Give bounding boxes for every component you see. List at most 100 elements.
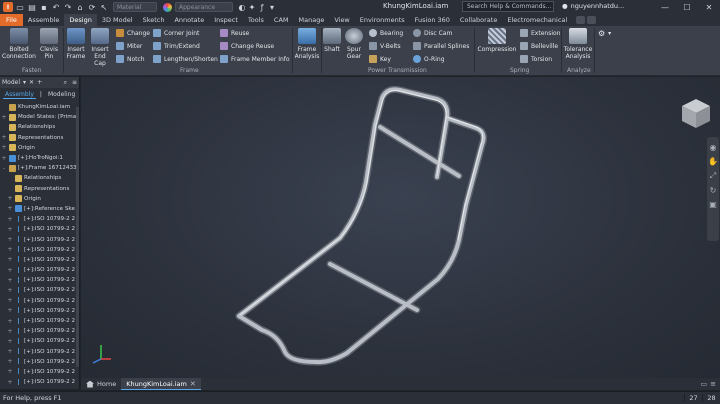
tolerance-analysis-button[interactable]: Tolerance Analysis: [563, 28, 593, 60]
lengthen-shorten-button[interactable]: Lengthen/Shorten: [153, 55, 218, 63]
corner-joint-button[interactable]: Corner Joint: [153, 29, 199, 37]
torsion-spring-button[interactable]: Torsion: [520, 55, 552, 63]
graphics-viewport[interactable]: ◉ ✋ ⤢ ↻ ▣: [81, 77, 720, 378]
bearing-button[interactable]: Bearing: [369, 29, 403, 37]
tree-item[interactable]: +I[+]:ISO 10799-2 2: [0, 214, 79, 224]
expand-icon[interactable]: +: [7, 236, 13, 243]
expand-icon[interactable]: +: [7, 318, 13, 325]
tree-item[interactable]: +I[+]:ISO 10799-2 2: [0, 285, 79, 295]
steering-wheel-icon[interactable]: ◉: [710, 143, 717, 152]
key-button[interactable]: Key: [369, 55, 391, 63]
orbit-icon[interactable]: ↻: [710, 186, 717, 195]
expand-icon[interactable]: -: [1, 165, 7, 172]
tab-collaborate[interactable]: Collaborate: [455, 14, 502, 26]
tab-tools[interactable]: Tools: [243, 14, 269, 26]
expand-icon[interactable]: +: [7, 307, 13, 314]
app-logo-icon[interactable]: I: [3, 2, 13, 12]
shaft-button[interactable]: Shaft: [323, 28, 341, 53]
v-belts-button[interactable]: V-Belts: [369, 42, 401, 50]
close-icon[interactable]: ✕: [190, 378, 196, 390]
tree-item[interactable]: - [+]:Frame 16712433: [0, 163, 79, 173]
select-icon[interactable]: ↖: [99, 2, 109, 12]
expand-icon[interactable]: +: [1, 134, 7, 141]
insert-end-cap-button[interactable]: Insert End Cap: [88, 28, 112, 67]
ribbon-toggle-icon[interactable]: [576, 16, 586, 24]
frame-analysis-button[interactable]: Frame Analysis: [294, 28, 320, 60]
tab-inspect[interactable]: Inspect: [209, 14, 243, 26]
save-icon[interactable]: ▪: [39, 2, 49, 12]
tree-item[interactable]: +I[+]:ISO 10799-2 2: [0, 347, 79, 357]
miter-button[interactable]: Miter: [116, 42, 142, 50]
menu-icon[interactable]: ≡: [72, 79, 79, 86]
expand-icon[interactable]: +: [7, 338, 13, 345]
tree-item[interactable]: +I[+]:ISO 10799-2 2: [0, 367, 79, 377]
insert-frame-button[interactable]: Insert Frame: [65, 28, 87, 60]
tab-sketch[interactable]: Sketch: [138, 14, 170, 26]
tree-item[interactable]: +I[+]:ISO 10799-2 2: [0, 306, 79, 316]
disc-cam-button[interactable]: Disc Cam: [413, 29, 452, 37]
tab-environments[interactable]: Environments: [355, 14, 410, 26]
tree-item[interactable]: +I[+]:ISO 10799-2 2: [0, 316, 79, 326]
tree-item[interactable]: +I[+]:ISO 10799-2 2: [0, 336, 79, 346]
browser-scrollbar[interactable]: [76, 107, 79, 367]
tab-modeling[interactable]: Modeling: [46, 91, 77, 98]
tab-assemble[interactable]: Assemble: [23, 14, 64, 26]
expand-icon[interactable]: +: [7, 379, 13, 386]
tree-item[interactable]: +I[+]:ISO 10799-2 2: [0, 255, 79, 265]
expand-icon[interactable]: +: [7, 216, 13, 223]
user-account[interactable]: ● nguyennhatdu...: [562, 2, 624, 10]
tab-document[interactable]: KhungKimLoai.iam ✕: [121, 378, 201, 390]
tree-item[interactable]: Relationships: [0, 122, 79, 132]
trim-extend-button[interactable]: Trim/Extend: [153, 42, 200, 50]
tree-item[interactable]: + [+]:HoTroNgoi:1: [0, 153, 79, 163]
close-icon[interactable]: ✕: [29, 79, 34, 86]
tree-item[interactable]: Representations: [0, 184, 79, 194]
belleville-spring-button[interactable]: Belleville: [520, 42, 558, 50]
menu-icon[interactable]: ≡: [710, 380, 716, 388]
tree-item[interactable]: KhungKimLoai.iam: [0, 102, 79, 112]
tree-item[interactable]: +I[+]:ISO 10799-2 2: [0, 296, 79, 306]
open-folder-icon[interactable]: ▤: [27, 2, 37, 12]
tree-item[interactable]: Relationships: [0, 173, 79, 183]
expand-icon[interactable]: +: [7, 226, 13, 233]
zoom-icon[interactable]: ⤢: [710, 171, 716, 181]
look-at-icon[interactable]: ▣: [709, 200, 717, 209]
expand-icon[interactable]: +: [7, 205, 13, 212]
expand-icon[interactable]: +: [7, 246, 13, 253]
expand-icon[interactable]: +: [1, 144, 7, 151]
new-file-icon[interactable]: ▭: [15, 2, 25, 12]
o-ring-button[interactable]: O-Ring: [413, 55, 445, 63]
ribbon-extra-button[interactable]: ⚙ ▾: [598, 29, 611, 38]
update-icon[interactable]: ⟳: [87, 2, 97, 12]
appearance-dropdown[interactable]: Appearance: [175, 2, 233, 12]
viewcube-icon[interactable]: [679, 96, 713, 130]
change-button[interactable]: Change: [116, 29, 150, 37]
ribbon-dropdown-icon[interactable]: [587, 16, 597, 24]
expand-icon[interactable]: +: [1, 114, 7, 121]
spur-gear-button[interactable]: Spur Gear: [344, 28, 364, 60]
expand-icon[interactable]: +: [7, 368, 13, 375]
tree-item[interactable]: + Origin: [0, 194, 79, 204]
search-icon[interactable]: ⌕: [64, 79, 69, 87]
tab-design[interactable]: Design: [64, 14, 97, 26]
tree-item[interactable]: + Model States: [Primar: [0, 112, 79, 122]
more-icon[interactable]: ▾: [267, 2, 277, 12]
ribbon-options[interactable]: [576, 14, 597, 26]
expand-icon[interactable]: +: [7, 277, 13, 284]
expand-icon[interactable]: +: [7, 328, 13, 335]
undo-icon[interactable]: ↶: [51, 2, 61, 12]
expand-icon[interactable]: +: [1, 155, 7, 162]
expand-icon[interactable]: +: [7, 297, 13, 304]
material-dropdown[interactable]: Material: [113, 2, 157, 12]
tab-electromechanical[interactable]: Electromechanical: [502, 14, 572, 26]
parallel-splines-button[interactable]: Parallel Splines: [413, 42, 469, 50]
tree-item[interactable]: +I[+]:ISO 10799-2 2: [0, 387, 79, 389]
tree-item[interactable]: +I[+]:ISO 10799-2 2: [0, 326, 79, 336]
tab-assembly[interactable]: Assembly: [3, 91, 36, 99]
tree-item[interactable]: + Origin: [0, 143, 79, 153]
tab-3d-model[interactable]: 3D Model: [97, 14, 138, 26]
maximize-icon[interactable]: ☐: [676, 0, 698, 14]
close-icon[interactable]: ✕: [698, 0, 720, 14]
tab-file[interactable]: File: [0, 14, 23, 26]
tree-item[interactable]: +I[+]:ISO 10799-2 2: [0, 224, 79, 234]
